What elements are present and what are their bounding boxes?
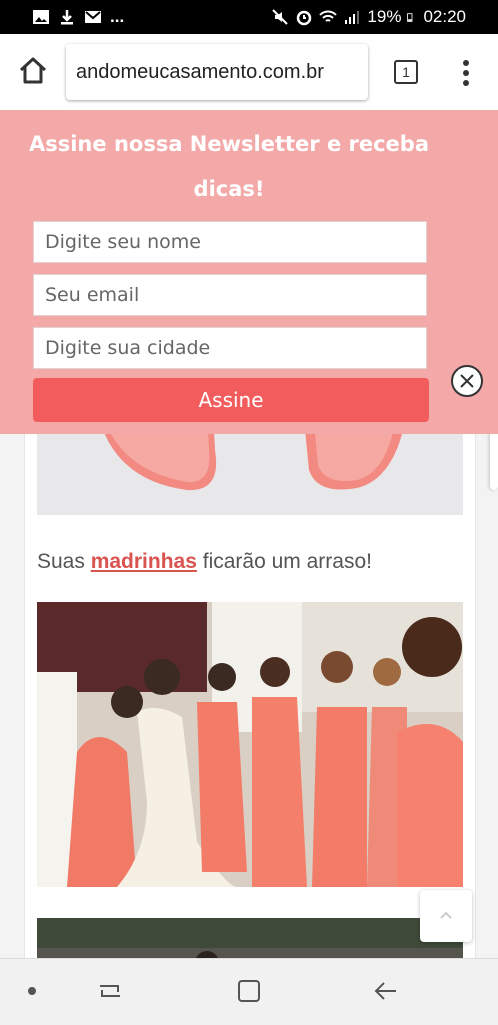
tab-switcher-button[interactable]: 1 bbox=[394, 60, 418, 84]
download-icon bbox=[61, 10, 73, 25]
browser-toolbar: andomeucasamento.com.br 1 bbox=[0, 34, 498, 111]
wifi-icon bbox=[319, 10, 338, 22]
city-field[interactable] bbox=[33, 327, 427, 369]
home-icon[interactable] bbox=[16, 54, 50, 88]
address-bar[interactable]: andomeucasamento.com.br bbox=[66, 44, 368, 100]
bridesmaids-photo bbox=[37, 602, 463, 887]
status-bar: ... 19% 02:20 bbox=[0, 0, 498, 34]
status-right-icons: 19% 02:20 bbox=[271, 7, 466, 27]
gallery-icon bbox=[33, 10, 49, 24]
more-notifications: ... bbox=[110, 7, 125, 26]
system-nav-bar bbox=[0, 958, 498, 1025]
recent-apps-icon[interactable] bbox=[96, 977, 124, 1005]
subscribe-button[interactable]: Assine bbox=[33, 378, 429, 422]
chevron-up-icon bbox=[440, 911, 452, 919]
next-photo bbox=[37, 918, 463, 958]
overflow-menu-icon[interactable] bbox=[456, 58, 476, 88]
nav-dot-icon[interactable] bbox=[26, 985, 38, 997]
battery-percent: 19% bbox=[367, 7, 402, 26]
newsletter-title: Assine nossa Newsletter e receba dicas! bbox=[28, 132, 429, 201]
url-text: andomeucasamento.com.br bbox=[76, 61, 324, 83]
gmail-icon bbox=[85, 11, 101, 23]
caption-prefix: Suas bbox=[37, 550, 91, 573]
bridesmaids-illustration bbox=[37, 602, 463, 887]
caption-suffix: ficarão um arraso! bbox=[196, 550, 372, 573]
alarm-icon bbox=[297, 10, 312, 26]
status-left-icons: ... bbox=[32, 7, 124, 27]
clock: 02:20 bbox=[423, 7, 466, 26]
newsletter-popup: Assine nossa Newsletter e receba dicas! … bbox=[0, 110, 498, 434]
scroll-to-top-button[interactable] bbox=[420, 890, 472, 942]
back-icon[interactable] bbox=[372, 977, 400, 1005]
mute-icon bbox=[272, 9, 289, 25]
home-nav-icon[interactable] bbox=[235, 977, 263, 1005]
close-icon[interactable] bbox=[450, 364, 484, 398]
name-field[interactable] bbox=[33, 221, 427, 263]
article-caption: Suas madrinhas ficarão um arraso! bbox=[37, 550, 372, 574]
madrinhas-link[interactable]: madrinhas bbox=[91, 550, 197, 573]
battery-icon bbox=[407, 13, 413, 22]
email-field[interactable] bbox=[33, 274, 427, 316]
signal-icon bbox=[345, 11, 360, 24]
next-photo-illustration bbox=[37, 918, 463, 958]
